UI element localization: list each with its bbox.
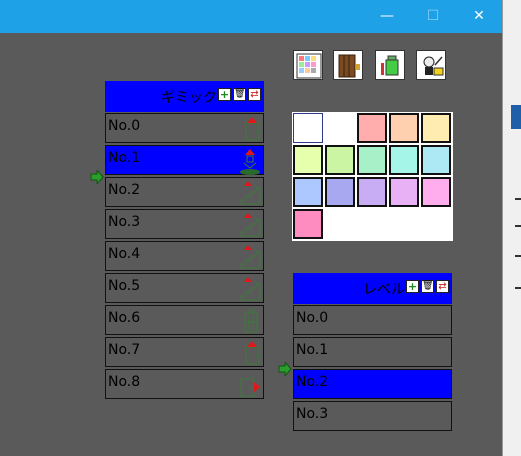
- close-button[interactable]: ✕: [456, 0, 502, 33]
- stairs-up-icon: [240, 181, 261, 205]
- level-row-0[interactable]: No.0: [293, 305, 452, 335]
- gimmick-delete-button[interactable]: 🗑: [233, 88, 246, 101]
- gimmick-add-button[interactable]: +: [218, 88, 231, 101]
- adjacent-window-edge: [502, 0, 521, 456]
- color-swatch[interactable]: [325, 113, 355, 143]
- gimmick-row-label: No.2: [108, 182, 141, 198]
- gimmick-panel-header: ギミック + 🗑 ⇄: [105, 81, 264, 112]
- color-swatch[interactable]: [325, 145, 355, 175]
- color-swatch[interactable]: [293, 177, 323, 207]
- level-panel-header: レベル + 🗑 ⇄: [293, 273, 452, 304]
- item-tool-button[interactable]: [375, 50, 405, 80]
- gimmick-row-6[interactable]: No.6: [105, 305, 264, 335]
- color-swatch[interactable]: [421, 113, 451, 143]
- color-swatch[interactable]: [389, 145, 419, 175]
- door-red-right-icon: [240, 378, 260, 397]
- level-row-label: No.2: [296, 374, 329, 390]
- character-tool-button[interactable]: [416, 50, 446, 80]
- level-row-label: No.0: [296, 310, 329, 326]
- trash-can-icon: [244, 309, 258, 333]
- gimmick-row-label: No.7: [108, 342, 141, 358]
- color-palette: [292, 112, 453, 241]
- gimmick-panel-title: ギミック: [161, 90, 217, 106]
- gimmick-row-7[interactable]: No.7: [105, 337, 264, 367]
- maximize-button[interactable]: ☐: [410, 0, 456, 33]
- level-row-label: No.3: [296, 406, 329, 422]
- gimmick-row-label: No.8: [108, 374, 141, 390]
- gimmick-row-label: No.5: [108, 278, 141, 294]
- adjacent-window-mark: [515, 198, 521, 200]
- door-red-top-icon: [245, 117, 260, 141]
- color-swatch[interactable]: [357, 113, 387, 143]
- level-panel-title: レベル: [363, 282, 405, 298]
- gimmick-refresh-button[interactable]: ⇄: [248, 88, 261, 101]
- gimmick-row-4[interactable]: No.4: [105, 241, 264, 271]
- character-tool-icon: [423, 56, 444, 76]
- gimmick-row-3[interactable]: No.3: [105, 209, 264, 239]
- gimmick-row-label: No.3: [108, 214, 141, 230]
- gimmick-row-1[interactable]: No.1: [105, 145, 264, 175]
- gimmick-row-0[interactable]: No.0: [105, 113, 264, 143]
- door-red-top-icon: [245, 341, 260, 365]
- color-swatch[interactable]: [357, 177, 387, 207]
- title-bar: — ☐ ✕: [0, 0, 502, 33]
- level-row-label: No.1: [296, 342, 329, 358]
- adjacent-window-mark: [515, 287, 521, 289]
- gimmick-row-8[interactable]: No.8: [105, 369, 264, 399]
- color-swatch[interactable]: [293, 209, 323, 239]
- color-swatch[interactable]: [293, 113, 323, 143]
- gimmick-pointer-arrow-icon: [90, 170, 104, 184]
- level-pointer-arrow-icon: [278, 362, 292, 376]
- level-row-3[interactable]: No.3: [293, 401, 452, 431]
- color-swatch[interactable]: [421, 177, 451, 207]
- color-swatch[interactable]: [389, 177, 419, 207]
- door-tool-icon: [338, 54, 360, 78]
- color-swatch[interactable]: [421, 145, 451, 175]
- minimize-button[interactable]: —: [364, 0, 410, 33]
- warp-icon: [240, 149, 260, 175]
- adjacent-window-mark: [515, 255, 521, 257]
- gimmick-row-label: No.6: [108, 310, 141, 326]
- stairs-up-icon: [240, 213, 261, 237]
- level-delete-button[interactable]: 🗑: [421, 280, 434, 293]
- stairs-up-icon: [240, 245, 261, 269]
- gimmick-row-2[interactable]: No.2: [105, 177, 264, 207]
- adjacent-window-mark: [515, 225, 521, 227]
- level-refresh-button[interactable]: ⇄: [436, 280, 449, 293]
- door-tool-button[interactable]: [333, 50, 363, 80]
- gimmick-row-5[interactable]: No.5: [105, 273, 264, 303]
- color-swatch[interactable]: [293, 145, 323, 175]
- stairs-up-icon: [240, 277, 261, 301]
- adjacent-window-accent: [511, 105, 521, 129]
- gimmick-row-label: No.4: [108, 246, 141, 262]
- item-tool-icon: [381, 55, 399, 76]
- level-add-button[interactable]: +: [406, 280, 419, 293]
- gimmick-row-label: No.0: [108, 118, 141, 134]
- color-swatch[interactable]: [357, 145, 387, 175]
- gimmick-row-label: No.1: [108, 150, 141, 166]
- color-swatch[interactable]: [325, 177, 355, 207]
- level-row-2[interactable]: No.2: [293, 369, 452, 399]
- grid-tool-button[interactable]: [293, 50, 323, 80]
- color-swatch[interactable]: [389, 113, 419, 143]
- grid-tool-icon: [296, 53, 322, 79]
- level-row-1[interactable]: No.1: [293, 337, 452, 367]
